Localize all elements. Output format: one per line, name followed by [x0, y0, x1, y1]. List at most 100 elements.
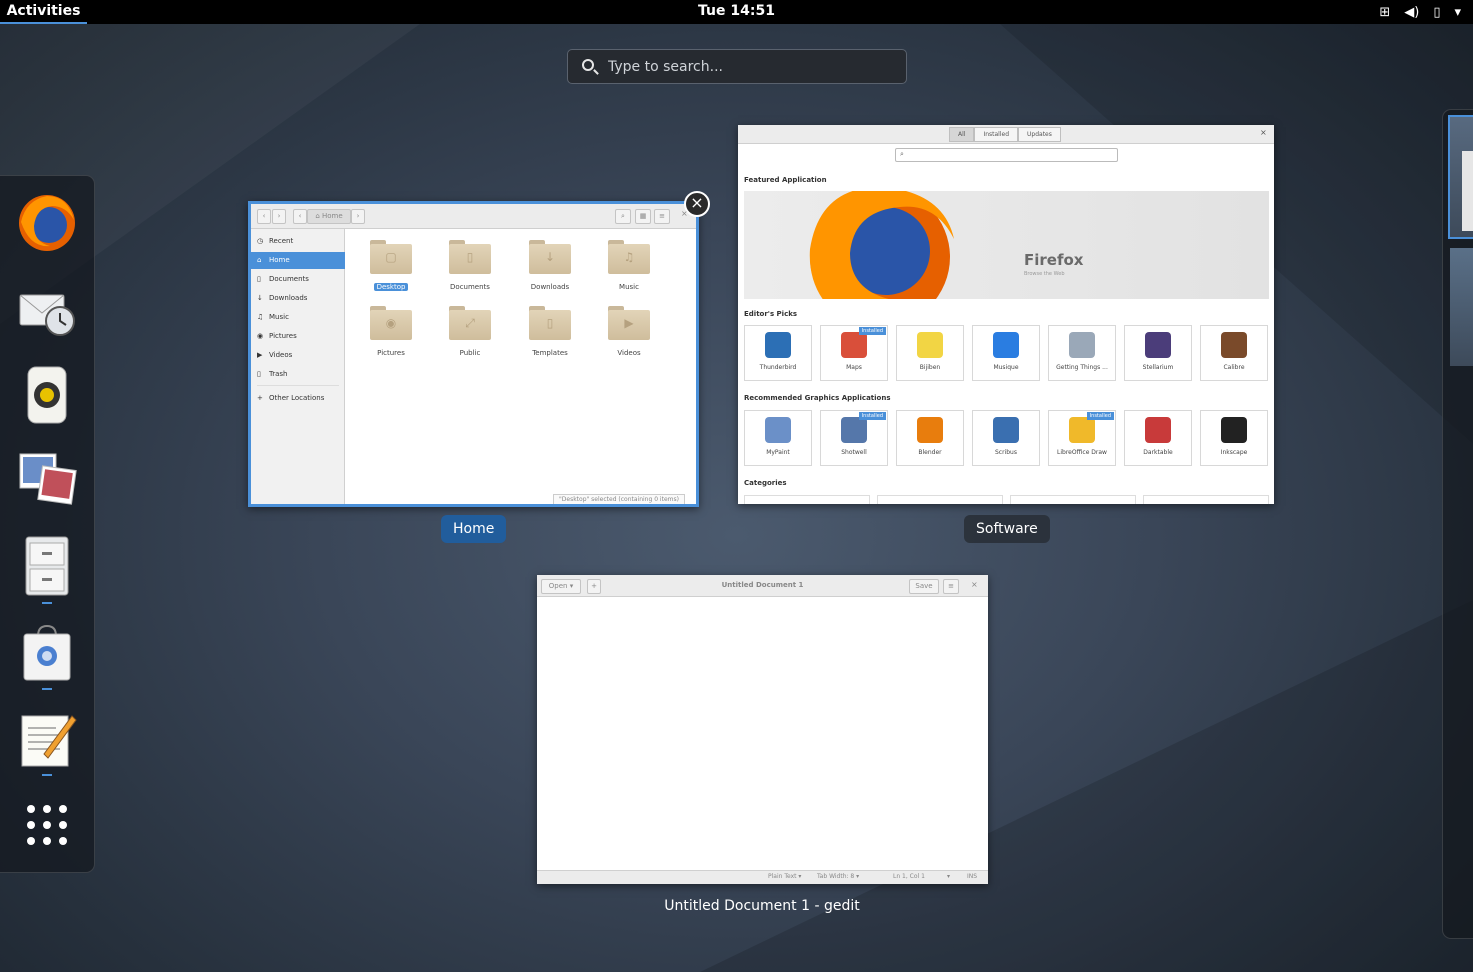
language-selector[interactable]: Plain Text ▾ — [768, 873, 801, 880]
close-icon[interactable]: × — [971, 580, 978, 589]
close-window-button[interactable]: × — [684, 191, 710, 217]
window-label-gedit[interactable]: Untitled Document 1 - gedit — [537, 898, 987, 914]
editors-pick-tile[interactable]: Musique — [972, 325, 1040, 381]
search-input[interactable] — [608, 56, 888, 78]
path-left-button[interactable]: ‹ — [293, 209, 307, 224]
text-editor-icon[interactable] — [14, 706, 80, 772]
save-button[interactable]: Save — [909, 579, 939, 594]
app-name: Bijiben — [897, 364, 963, 371]
graphics-app-tile[interactable]: Scribus — [972, 410, 1040, 466]
grid-view-icon[interactable]: ▦ — [635, 209, 651, 224]
workspace-thumbnail-2[interactable] — [1450, 248, 1473, 366]
files-cabinet-icon[interactable] — [14, 533, 80, 599]
tab-width-selector[interactable]: Tab Width: 8 ▾ — [817, 873, 859, 880]
system-tray[interactable]: ⊞ ◀) ▯ ▾ — [1379, 0, 1461, 24]
category-tile[interactable] — [1010, 495, 1136, 504]
show-applications-icon[interactable] — [14, 792, 80, 858]
tab-updates[interactable]: Updates — [1018, 127, 1061, 142]
editors-pick-tile[interactable]: Bijiben — [896, 325, 964, 381]
app-name: Shotwell — [821, 449, 887, 456]
search-icon[interactable]: ⌕ — [615, 209, 631, 224]
volume-icon[interactable]: ◀) — [1404, 5, 1419, 20]
featured-banner[interactable]: Firefox Browse the Web — [744, 191, 1269, 299]
trash-icon: ▯ — [257, 366, 261, 383]
folder-videos[interactable]: ▶Videos — [599, 306, 659, 357]
sidebar-item-music[interactable]: ♫Music — [251, 309, 345, 326]
network-icon[interactable]: ⊞ — [1379, 5, 1390, 20]
folder-pictures[interactable]: ◉Pictures — [361, 306, 421, 357]
app-icon — [993, 332, 1019, 358]
app-icon — [1221, 417, 1247, 443]
software-search-input[interactable]: ⌕ — [895, 148, 1118, 162]
sidebar-item-recent[interactable]: ◷Recent — [251, 233, 345, 250]
gedit-window[interactable]: Open ▾ + Untitled Document 1 Save ≡ × Pl… — [537, 575, 988, 884]
cursor-position[interactable]: Ln 1, Col 1 — [893, 873, 925, 880]
software-bag-icon[interactable] — [14, 620, 80, 686]
app-icon — [841, 332, 867, 358]
category-tile[interactable] — [877, 495, 1003, 504]
editors-pick-tile[interactable]: Thunderbird — [744, 325, 812, 381]
path-right-button[interactable]: › — [351, 209, 365, 224]
text-area[interactable] — [537, 597, 988, 869]
window-label-software[interactable]: Software — [964, 515, 1050, 543]
firefox-icon[interactable] — [14, 190, 80, 256]
category-tile[interactable] — [1143, 495, 1269, 504]
path-home-button[interactable]: ⌂ Home — [307, 209, 351, 224]
evolution-mail-icon[interactable] — [14, 275, 80, 341]
search-box[interactable] — [567, 49, 907, 84]
app-icon — [1221, 332, 1247, 358]
folder-music[interactable]: ♫Music — [599, 240, 659, 291]
graphics-app-tile[interactable]: Inkscape — [1200, 410, 1268, 466]
graphics-app-tile[interactable]: MyPaint — [744, 410, 812, 466]
sidebar-item-videos[interactable]: ▶Videos — [251, 347, 345, 364]
editors-pick-tile[interactable]: Stellarium — [1124, 325, 1192, 381]
folder-desktop[interactable]: ▢Desktop — [361, 240, 421, 291]
folder-templates[interactable]: ▯Templates — [520, 306, 580, 357]
folder-public[interactable]: ⤢Public — [440, 306, 500, 357]
folder-documents[interactable]: ▯Documents — [440, 240, 500, 291]
graphics-app-tile[interactable]: LibreOffice DrawInstalled — [1048, 410, 1116, 466]
shotwell-photos-icon[interactable] — [14, 446, 80, 512]
installed-badge: Installed — [859, 412, 886, 420]
editors-pick-tile[interactable]: Getting Things ... — [1048, 325, 1116, 381]
workspace-thumbnail-1[interactable] — [1448, 115, 1473, 239]
sidebar-item-trash[interactable]: ▯Trash — [251, 366, 345, 383]
forward-button[interactable]: › — [272, 209, 286, 224]
rhythmbox-speaker-icon[interactable] — [14, 361, 80, 427]
software-window[interactable]: All Installed Updates × ⌕ Featured Appli… — [738, 125, 1274, 504]
desktop-folder-icon: ▢ — [370, 250, 412, 264]
back-button[interactable]: ‹ — [257, 209, 271, 224]
window-label-home[interactable]: Home — [441, 515, 506, 543]
editors-pick-tile[interactable]: MapsInstalled — [820, 325, 888, 381]
menu-icon[interactable]: ≡ — [654, 209, 670, 224]
insert-mode: INS — [967, 873, 977, 880]
battery-icon[interactable]: ▯ — [1433, 5, 1440, 20]
app-name: Thunderbird — [745, 364, 811, 371]
sidebar-item-home[interactable]: ⌂Home — [251, 252, 345, 269]
tab-installed[interactable]: Installed — [974, 127, 1018, 142]
home-icon: ⌂ — [315, 212, 322, 220]
clock[interactable]: Tue 14:51 — [0, 0, 1473, 22]
system-menu-icon[interactable]: ▾ — [1454, 5, 1461, 20]
templates-folder-icon: ▯ — [529, 316, 571, 330]
files-window[interactable]: ‹ › ‹ ⌂ Home › ⌕ ▦ ≡ × ◷Recent ⌂Home ▯Do… — [248, 201, 699, 507]
graphics-app-tile[interactable]: Blender — [896, 410, 964, 466]
close-icon[interactable]: × — [1260, 128, 1267, 137]
sidebar-item-documents[interactable]: ▯Documents — [251, 271, 345, 288]
close-icon: × — [690, 193, 703, 212]
editors-pick-tile[interactable]: Calibre — [1200, 325, 1268, 381]
software-headerbar: All Installed Updates × — [738, 125, 1274, 144]
sidebar-item-other-locations[interactable]: +Other Locations — [251, 390, 345, 407]
menu-icon[interactable]: ≡ — [943, 579, 959, 594]
sidebar-item-downloads[interactable]: ↓Downloads — [251, 290, 345, 307]
graphics-app-tile[interactable]: Darktable — [1124, 410, 1192, 466]
chevron-down-icon[interactable]: ▾ — [947, 873, 950, 880]
tab-all[interactable]: All — [949, 127, 974, 142]
sidebar-item-pictures[interactable]: ◉Pictures — [251, 328, 345, 345]
category-tile[interactable] — [744, 495, 870, 504]
public-folder-icon: ⤢ — [449, 316, 491, 331]
graphics-app-tile[interactable]: Shotwell Installed — [820, 410, 888, 466]
home-icon: ⌂ — [257, 252, 261, 269]
folder-downloads[interactable]: ↓Downloads — [520, 240, 580, 291]
app-icon — [1069, 417, 1095, 443]
